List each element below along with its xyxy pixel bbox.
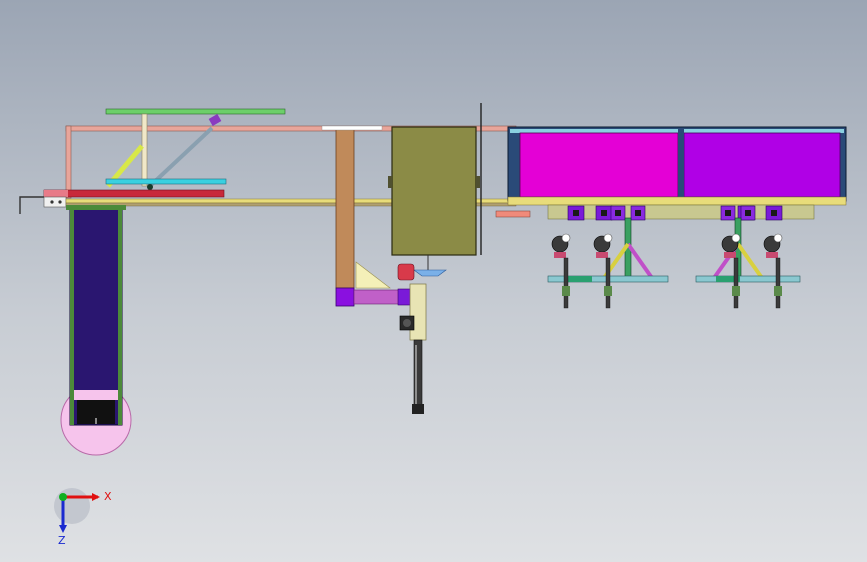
right-base-rail xyxy=(507,196,847,206)
purple-pipe xyxy=(353,289,401,305)
tan-post xyxy=(335,127,355,289)
red-valve xyxy=(397,263,415,281)
tool-funnel xyxy=(413,269,447,277)
loose-salmon-plate xyxy=(495,210,531,218)
gripper-unit-1-spindle-2 xyxy=(605,257,611,309)
gripper-unit-2-spindle-1 xyxy=(733,257,739,309)
grey-diagonal-strut xyxy=(148,126,214,188)
hook-plate xyxy=(43,196,67,208)
left-column-assembly xyxy=(60,204,132,456)
yellow-gusset xyxy=(355,261,391,289)
gripper-unit-2-brace-b xyxy=(736,242,764,280)
cabinet-latch xyxy=(476,176,480,188)
left-vertical-member xyxy=(65,125,72,199)
cyan-bar-pivot xyxy=(147,184,153,190)
z-axis-label: Z xyxy=(58,534,66,547)
axis-triad: X Z xyxy=(54,488,112,547)
strut-clip xyxy=(208,114,222,126)
right-frame-top-rail xyxy=(510,129,844,133)
post-top-plate xyxy=(321,125,383,131)
red-table-end xyxy=(44,190,68,197)
tool-tip xyxy=(412,404,424,414)
y-axis-origin xyxy=(59,493,67,501)
gripper-unit-2-cross-arm xyxy=(695,275,801,283)
purple-elbow xyxy=(335,287,355,307)
tool-housing xyxy=(409,283,427,341)
cabinet-hinge xyxy=(388,176,392,188)
column-left-rail xyxy=(70,205,74,425)
assembly-drawing: X Z xyxy=(19,103,847,547)
red-table xyxy=(43,189,225,198)
slider-post xyxy=(141,113,148,187)
x-axis-label: X xyxy=(104,490,112,503)
column-bottom-band xyxy=(74,390,118,400)
column-right-rail xyxy=(118,205,122,425)
right-frame-assembly xyxy=(495,126,847,220)
gripper-unit-1-spindle-1 xyxy=(563,257,569,309)
olive-cabinet xyxy=(391,126,477,256)
gripper-unit-2-spindle-2 xyxy=(775,257,781,309)
panel-divider xyxy=(678,129,684,201)
violet-panel xyxy=(683,132,841,198)
left-hook-bracket xyxy=(19,196,44,214)
gripper-unit-1-brace-a xyxy=(626,242,654,280)
cabinet-assembly xyxy=(388,103,482,414)
cyan-bar xyxy=(105,178,227,185)
cad-viewport[interactable]: X Z xyxy=(0,0,867,562)
magenta-panel xyxy=(519,132,679,198)
top-green-bar xyxy=(105,108,286,115)
column-cap xyxy=(66,205,126,210)
gripper-units xyxy=(547,205,801,309)
